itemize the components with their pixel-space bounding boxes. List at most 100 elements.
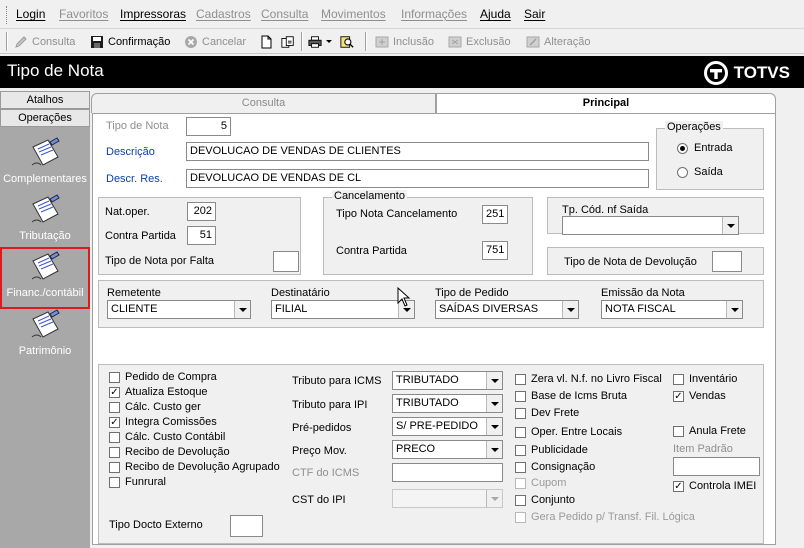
confirmacao-button[interactable]: Confirmação — [90, 33, 170, 50]
toolbar-separator — [365, 32, 367, 51]
check-atualiza-estoque[interactable]: ✓ Atualiza Estoque — [109, 386, 208, 398]
menu-ajuda[interactable]: Ajuda — [480, 7, 511, 21]
item-padrao-field[interactable] — [673, 457, 760, 476]
checkbox — [673, 425, 684, 437]
check-label: Gera Pedido p/ Transf. Fil. Lógica — [531, 511, 695, 523]
check-label: Cálc. Custo Contábil — [125, 431, 226, 443]
check-controla-imei[interactable]: ✓ Controla IMEI — [673, 480, 756, 492]
menu-consulta[interactable]: Consulta — [261, 7, 308, 21]
copy-button[interactable] — [281, 33, 295, 50]
sidebar-tab-atalhos[interactable]: Atalhos — [0, 91, 90, 109]
tipo-nota-field[interactable]: 5 — [186, 117, 231, 136]
check-publicidade[interactable]: Publicidade — [515, 444, 588, 456]
check-gera-pedido-transf[interactable]: Gera Pedido p/ Transf. Fil. Lógica — [515, 511, 695, 523]
check-calc-custo-contabil[interactable]: Cálc. Custo Contábil — [109, 431, 225, 443]
check-dev-frete[interactable]: Dev Frete — [515, 407, 579, 419]
inclusao-button[interactable]: Inclusão — [375, 33, 434, 50]
sidebar-item-tributacao[interactable]: Tributação — [0, 194, 90, 244]
cst-ipi-select[interactable] — [392, 489, 503, 508]
menu-informacoes[interactable]: Informações — [401, 7, 467, 21]
menu-impressoras[interactable]: Impressoras — [120, 7, 186, 21]
tributo-ipi-select[interactable]: TRIBUTADO — [392, 394, 503, 413]
print-button[interactable] — [308, 33, 332, 50]
cancel-contra-partida-field[interactable]: 751 — [482, 241, 508, 260]
check-conjunto[interactable]: Conjunto — [515, 494, 575, 506]
radio-entrada-label: Entrada — [694, 142, 733, 154]
check-integra-comissoes[interactable]: ✓ Integra Comissões — [109, 416, 217, 428]
tipo-nota-falta-field[interactable] — [273, 251, 299, 272]
radio-entrada[interactable]: Entrada — [677, 142, 733, 154]
sidebar-item-patrimonio[interactable]: Patrimônio — [0, 309, 90, 359]
checkbox — [109, 476, 120, 488]
check-label: Pedido de Compra — [125, 371, 217, 383]
check-funrural[interactable]: Funrural — [109, 476, 166, 488]
tipo-nota-devolucao-label: Tipo de Nota de Devolução — [564, 256, 697, 268]
new-document-button[interactable] — [259, 33, 273, 50]
check-oper-entre-locais[interactable]: Oper. Entre Locais — [515, 426, 622, 438]
preco-mov-select[interactable]: PRECO — [392, 440, 503, 459]
tributo-icms-select[interactable]: TRIBUTADO — [392, 371, 503, 390]
checkbox — [515, 461, 526, 473]
pre-pedidos-select[interactable]: S/ PRE-PEDIDO — [392, 417, 503, 436]
check-pedido-compra[interactable]: Pedido de Compra — [109, 371, 217, 383]
operacoes-group: Operações Entrada Saída — [656, 121, 764, 190]
main-area: Consulta Principal Tipo de Nota 5 Descri… — [90, 91, 804, 548]
tp-cod-nf-saida-select[interactable] — [562, 216, 739, 235]
menu-login[interactable]: Login — [16, 7, 45, 21]
alteracao-button[interactable]: Alteração — [526, 33, 590, 50]
chevron-down-icon — [486, 490, 502, 507]
check-inventario[interactable]: Inventário — [673, 373, 737, 385]
check-anula-frete[interactable]: Anula Frete — [673, 425, 746, 437]
menu-cadastros[interactable]: Cadastros — [196, 7, 251, 21]
check-vendas[interactable]: ✓ Vendas — [673, 390, 726, 402]
descricao-field[interactable]: DEVOLUCAO DE VENDAS DE CLIENTES — [186, 142, 649, 161]
menu-movimentos[interactable]: Movimentos — [321, 7, 386, 21]
check-recibo-devolucao[interactable]: Recibo de Devolução — [109, 446, 230, 458]
tab-principal[interactable]: Principal — [436, 93, 776, 114]
emissao-nota-value: NOTA FISCAL — [605, 303, 676, 315]
chevron-down-icon — [562, 301, 578, 318]
sidebar-item-financ-contabil[interactable]: Financ./contábil — [0, 247, 90, 309]
remetente-value: CLIENTE — [111, 303, 158, 315]
search-button[interactable] — [340, 33, 354, 50]
descr-res-field[interactable]: DEVOLUCAO DE VENDAS DE CL — [186, 169, 649, 188]
consulta-button[interactable]: Consulta — [14, 33, 75, 50]
check-label: Recibo de Devolução — [125, 446, 230, 458]
menu-sair[interactable]: Sair — [524, 7, 545, 21]
tipo-pedido-select[interactable]: SAÍDAS DIVERSAS — [435, 300, 579, 319]
radio-saida[interactable]: Saída — [677, 166, 723, 178]
principal-page: Tipo de Nota 5 Descrição DEVOLUCAO DE VE… — [92, 113, 776, 545]
checkbox — [515, 444, 526, 456]
tipo-docto-externo-field[interactable] — [230, 515, 263, 537]
exclusao-button[interactable]: Exclusão — [448, 33, 511, 50]
check-calc-custo-ger[interactable]: Cálc. Custo ger — [109, 401, 201, 413]
sidebar-item-label: Financ./contábil — [6, 287, 84, 299]
checkbox — [515, 426, 526, 438]
contra-partida-field[interactable]: 51 — [187, 226, 216, 245]
tipo-nota-label: Tipo de Nota — [106, 120, 169, 132]
ctf-icms-label: CTF do ICMS — [292, 467, 360, 479]
tp-cod-nf-saida-panel: Tp. Cód. nf Saída — [547, 197, 764, 235]
toolbar-separator — [301, 32, 303, 51]
check-cupom[interactable]: Cupom — [515, 477, 566, 489]
tp-cod-nf-saida-label: Tp. Cód. nf Saída — [562, 204, 649, 216]
checkbox — [109, 401, 120, 413]
sidebar-item-complementares[interactable]: Complementares — [0, 137, 90, 187]
tab-consulta[interactable]: Consulta — [91, 93, 436, 113]
tipo-nota-devolucao-field[interactable] — [712, 251, 742, 272]
menu-favoritos[interactable]: Favoritos — [59, 7, 108, 21]
destinatario-select[interactable]: FILIAL — [271, 300, 415, 319]
check-recibo-devolucao-agrupado[interactable]: Recibo de Devolução Agrupado — [109, 461, 280, 473]
ctf-icms-field[interactable] — [392, 463, 503, 482]
check-base-icms-bruta[interactable]: Base de Icms Bruta — [515, 390, 627, 402]
sidebar-tab-operacoes[interactable]: Operações — [0, 109, 90, 127]
cancelar-label: Cancelar — [202, 35, 247, 48]
tipo-nota-cancelamento-field[interactable]: 251 — [482, 205, 508, 224]
options-panel: Pedido de Compra ✓ Atualiza Estoque Cálc.… — [98, 364, 764, 544]
remetente-select[interactable]: CLIENTE — [107, 300, 251, 319]
nat-oper-field[interactable]: 202 — [187, 202, 216, 221]
check-zera-vl-nf[interactable]: Zera vl. N.f. no Livro Fiscal — [515, 373, 662, 385]
cancelar-button[interactable]: Cancelar — [184, 33, 246, 50]
emissao-nota-select[interactable]: NOTA FISCAL — [601, 300, 743, 319]
check-consignacao[interactable]: Consignação — [515, 461, 595, 473]
